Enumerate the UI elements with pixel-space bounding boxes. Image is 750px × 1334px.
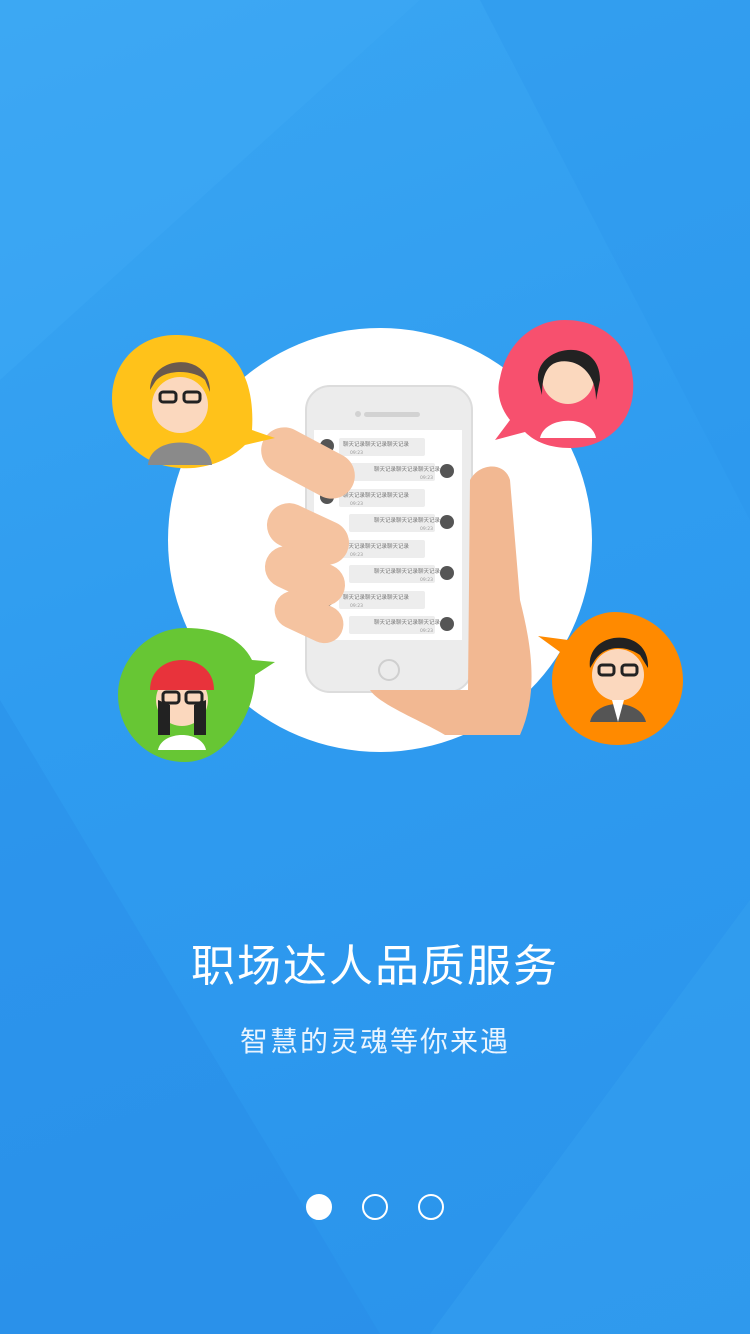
chat-time: 09:23 (420, 628, 433, 634)
page-dot-1[interactable] (306, 1194, 332, 1220)
chat-message-text: 聊天记录聊天记录聊天记录 (374, 516, 441, 524)
chat-time: 09:23 (350, 501, 363, 507)
chat-message-text: 聊天记录聊天记录聊天记录 (374, 567, 441, 575)
chat-message-text: 聊天记录聊天记录聊天记录 (343, 593, 410, 601)
chat-time: 09:23 (350, 603, 363, 609)
page-dot-2[interactable] (362, 1194, 388, 1220)
avatar-bubble-red (495, 320, 634, 448)
chat-time: 09:23 (350, 552, 363, 558)
chat-time: 09:23 (420, 475, 433, 481)
page-indicator (0, 1194, 750, 1220)
chat-time: 09:23 (420, 577, 433, 583)
chat-time: 09:23 (420, 526, 433, 532)
onboarding-subtitle: 智慧的灵魂等你来遇 (239, 1025, 510, 1058)
chat-message-text: 聊天记录聊天记录聊天记录 (343, 542, 410, 550)
chat-message-text: 聊天记录聊天记录聊天记录 (374, 465, 441, 473)
chat-time: 09:23 (350, 450, 363, 456)
hero-illustration: 聊天记录聊天记录聊天记录 09:23 聊天记录聊天记录聊天记录 09:23 聊天… (112, 320, 683, 762)
chat-message-text: 聊天记录聊天记录聊天记录 (343, 440, 410, 448)
chat-message-text: 聊天记录聊天记录聊天记录 (374, 618, 441, 626)
onboarding-title: 职场达人品质服务 (191, 941, 559, 992)
chat-message-text: 聊天记录聊天记录聊天记录 (343, 491, 410, 499)
page-dot-3[interactable] (418, 1194, 444, 1220)
